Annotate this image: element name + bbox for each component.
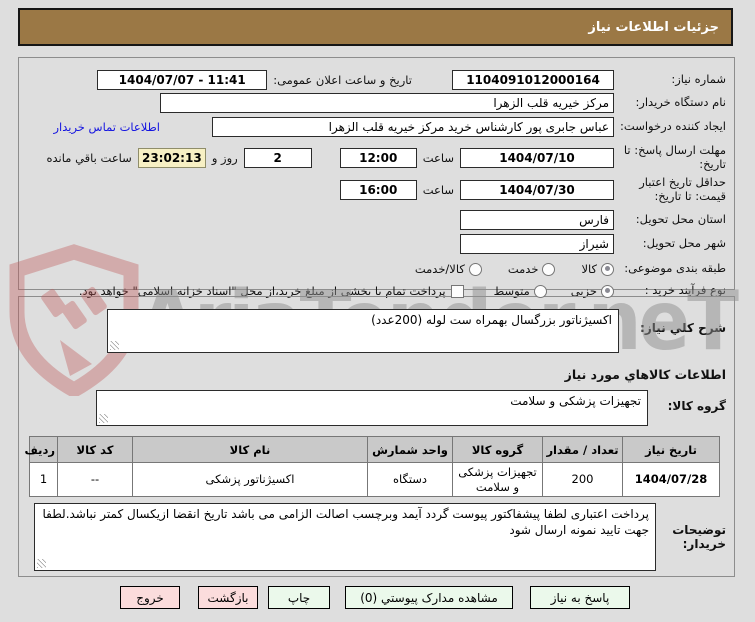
cell-goods-code: -- [57,462,133,497]
back-button[interactable]: بازگشت [198,586,258,609]
goods-group-textarea[interactable]: تجهیزات پزشکی و سلامت [96,390,648,426]
city-field[interactable]: شیراز [460,234,614,254]
buyer-notes-label: توضیحات خریدار: [672,522,726,551]
radio-minor[interactable] [601,284,614,298]
need-details-window: AriaTender.neT جزئیات اطلاعات نیاز شماره… [0,0,755,622]
col-row-number: ردیف [24,436,58,463]
need-description-textarea[interactable]: اکسیژناتور بزرگسال بهمراه ست لوله (200عد… [107,309,619,353]
price-validity-time-field[interactable]: 16:00 [339,180,417,200]
cell-goods-group: تجهیزات پزشکی و سلامت [452,462,543,497]
days-remaining-label: روز و [211,151,238,165]
col-quantity: تعداد / مقدار [542,436,623,463]
view-attached-docs-button[interactable]: مشاهده مدارک پیوستي (0) [345,586,513,609]
row-request-creator: ایجاد کننده درخواست: عباس جابری پور کارش… [19,117,734,137]
request-creator-label: ایجاد کننده درخواست: [620,119,726,134]
row-buyer-notes: توضیحات خریدار: پرداخت اعتباری لطفا پیشف… [19,503,734,571]
radio-service[interactable] [542,262,556,276]
resize-grip-icon[interactable] [99,414,108,423]
radio-goods[interactable] [601,262,614,276]
resize-grip-icon[interactable] [37,559,46,568]
need-number-field[interactable]: 1104091012000164 [452,70,614,90]
row-need-number: شماره نیاز: 1104091012000164 تاریخ و ساع… [19,70,734,90]
province-label: استان محل تحویل: [635,212,726,227]
radio-medium[interactable] [533,284,547,298]
province-field[interactable]: فارس [460,210,614,230]
buyer-org-field[interactable]: مرکز خیریه قلب الزهرا [160,93,614,113]
goods-group-value: تجهیزات پزشکی و سلامت [510,394,641,408]
reply-deadline-time-field[interactable]: 12:00 [339,148,417,168]
request-creator-field[interactable]: عباس جابری پور کارشناس خرید مرکز خیریه ق… [212,117,614,137]
need-description-value: اکسیژناتور بزرگسال بهمراه ست لوله (200عد… [371,313,612,327]
page-title: جزئیات اطلاعات نیاز [588,19,719,35]
col-goods-name: نام کالا [132,436,368,463]
row-goods-group: گروه کالا: تجهیزات پزشکی و سلامت [19,390,734,426]
row-reply-deadline: مهلت ارسال پاسخ: تا تاریخ: 1404/07/10 سا… [19,143,734,172]
price-validity-hour-label: ساعت [422,183,454,197]
goods-section-title: اطلاعات کالاهاي مورد نیاز [564,367,726,382]
goods-table: تاریخ نیاز تعداد / مقدار گروه کالا واحد … [24,436,720,497]
cell-need-date: 1404/07/28 [622,462,720,497]
city-label: شهر محل تحویل: [642,236,726,251]
resize-grip-icon[interactable] [110,341,119,350]
goods-table-header-row: تاریخ نیاز تعداد / مقدار گروه کالا واحد … [24,436,720,463]
reply-deadline-label: مهلت ارسال پاسخ: تا تاریخ: [623,143,726,171]
buyer-contact-link[interactable]: اطلاعات تماس خریدار [53,120,160,134]
col-need-date: تاریخ نیاز [622,436,720,463]
countdown-timer: 23:02:13 [137,148,206,168]
announce-datetime-field[interactable]: 1404/07/07 - 11:41 [97,70,268,90]
announce-datetime-label: تاریخ و ساعت اعلان عمومی: [273,73,412,87]
cell-row-number: 1 [29,462,58,497]
countdown-label: ساعت باقي مانده [46,151,132,165]
reply-deadline-hour-label: ساعت [422,151,454,165]
buyer-notes-value: پرداخت اعتباری لطفا پیشفاکتور پیوست گردد… [42,507,649,538]
col-goods-group: گروه کالا [452,436,543,463]
cell-quantity: 200 [542,462,623,497]
buyer-org-label: نام دستگاه خریدار: [635,95,726,110]
price-validity-label: حداقل تاریخ اعتبار قیمت: تا تاریخ: [639,175,726,203]
reply-to-need-button[interactable]: پاسخ به نیاز [530,586,630,609]
col-unit: واحد شمارش [367,436,453,463]
reply-deadline-date-field[interactable]: 1404/07/10 [460,148,614,168]
days-remaining-field[interactable]: 2 [243,148,312,168]
cell-unit: دستگاه [367,462,453,497]
window-title-bar: جزئیات اطلاعات نیاز [18,8,733,46]
col-goods-code: کد کالا [57,436,133,463]
row-buyer-org: نام دستگاه خریدار: مرکز خیریه قلب الزهرا [19,93,734,113]
row-price-validity: حداقل تاریخ اعتبار قیمت: تا تاریخ: 1404/… [19,175,734,204]
treasury-payment-checkbox[interactable] [450,284,464,298]
radio-goods-service[interactable] [468,262,482,276]
buyer-notes-textarea[interactable]: پرداخت اعتباری لطفا پیشفاکتور پیوست گردد… [34,503,656,571]
goods-group-label: گروه کالا: [667,399,726,413]
goods-table-row: 1404/07/28 200 تجهیزات پزشکی و سلامت دست… [29,462,720,497]
print-button[interactable]: چاپ [268,586,330,609]
row-province: استان محل تحویل: فارس [19,210,734,230]
price-validity-date-field[interactable]: 1404/07/30 [460,180,614,200]
exit-button[interactable]: خروج [120,586,180,609]
cell-goods-name: اکسیژناتور پزشکی [132,462,368,497]
need-number-label: شماره نیاز: [671,72,726,87]
